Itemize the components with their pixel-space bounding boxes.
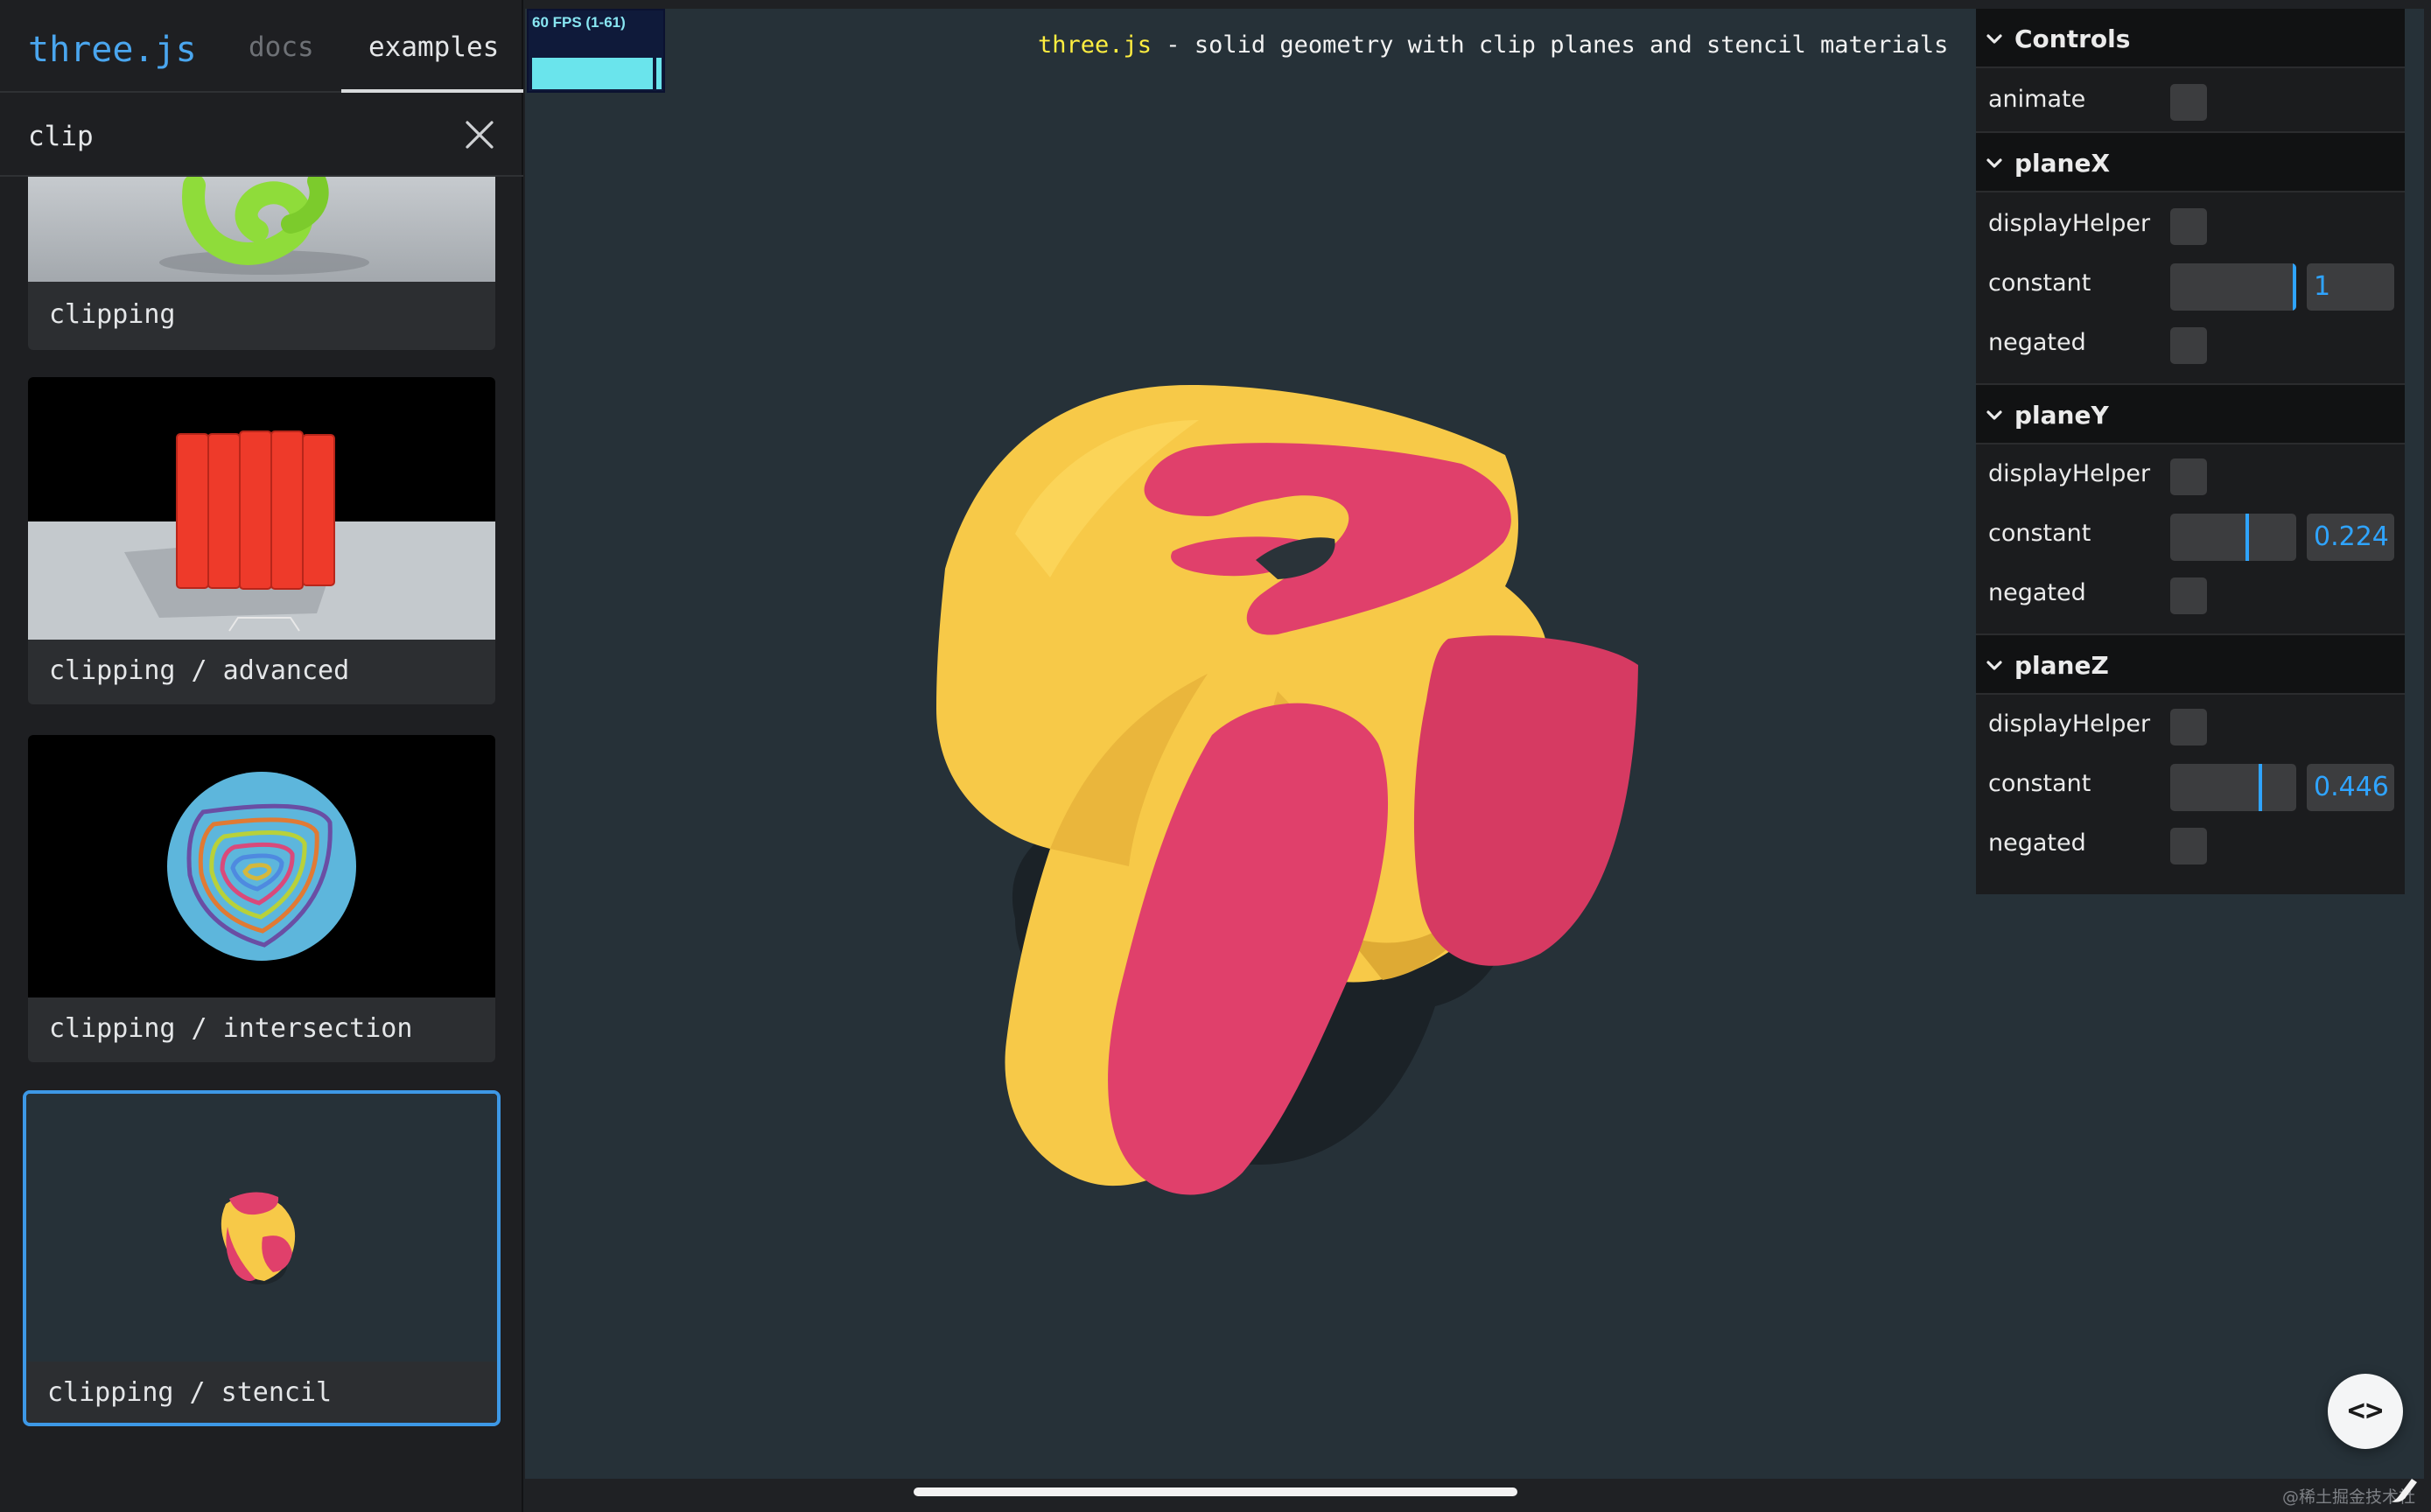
planez-helper-row: displayHelper bbox=[1976, 695, 2405, 754]
example-thumbnail bbox=[28, 177, 495, 282]
chevron-down-icon bbox=[1986, 158, 2002, 168]
example-card-clipping-advanced[interactable]: clipping / advanced bbox=[28, 377, 495, 704]
tab-examples[interactable]: examples bbox=[368, 32, 499, 63]
planex-helper-row: displayHelper bbox=[1976, 194, 2405, 254]
folder-title: planeY bbox=[2014, 401, 2109, 430]
planez-constant-row: constant 0.446 bbox=[1976, 754, 2405, 814]
planex-negated-row: negated bbox=[1976, 313, 2405, 373]
constant-label: constant bbox=[1988, 770, 2091, 797]
example-thumbnail bbox=[26, 1094, 497, 1362]
negated-checkbox[interactable] bbox=[2170, 828, 2207, 864]
controls-title: Controls bbox=[2014, 24, 2131, 53]
filter-input[interactable] bbox=[28, 117, 431, 156]
controls-panel: Controls animate planeX displayHelper co… bbox=[1976, 9, 2405, 894]
folder-title: planeX bbox=[2014, 149, 2111, 178]
folder-planex[interactable]: planeX bbox=[1976, 133, 2405, 192]
fps-graph bbox=[532, 58, 662, 89]
example-label: clipping / intersection bbox=[49, 1013, 413, 1044]
constant-label: constant bbox=[1988, 520, 2091, 547]
display-helper-checkbox[interactable] bbox=[2170, 709, 2207, 746]
controls-header[interactable]: Controls bbox=[1976, 9, 2405, 68]
constant-slider[interactable] bbox=[2170, 764, 2296, 811]
example-thumbnail bbox=[28, 377, 495, 640]
folder-title: planeZ bbox=[2014, 651, 2109, 680]
example-card-clipping-stencil[interactable]: clipping / stencil bbox=[23, 1090, 501, 1426]
code-icon: <> bbox=[2347, 1393, 2384, 1428]
constant-slider[interactable] bbox=[2170, 514, 2296, 561]
sidebar: three.js docs examples clipping bbox=[0, 0, 523, 1512]
negated-label: negated bbox=[1988, 579, 2086, 606]
chevron-down-icon bbox=[1986, 34, 2002, 44]
slider-knob[interactable] bbox=[2293, 263, 2296, 311]
close-icon[interactable] bbox=[462, 117, 497, 152]
constant-slider[interactable] bbox=[2170, 263, 2296, 311]
example-thumbnail bbox=[28, 735, 495, 998]
animate-checkbox[interactable] bbox=[2170, 84, 2207, 121]
fps-label: 60 FPS (1-61) bbox=[532, 14, 626, 31]
planez-negated-row: negated bbox=[1976, 814, 2405, 873]
planey-helper-row: displayHelper bbox=[1976, 444, 2405, 504]
negated-checkbox[interactable] bbox=[2170, 578, 2207, 614]
examples-list[interactable]: clipping clipping / advanced clipping / … bbox=[0, 177, 523, 1512]
animate-row: animate bbox=[1976, 70, 2405, 130]
folder-planey[interactable]: planeY bbox=[1976, 385, 2405, 444]
display-helper-label: displayHelper bbox=[1988, 210, 2151, 237]
example-label: clipping / advanced bbox=[49, 655, 350, 686]
constant-input[interactable]: 1 bbox=[2307, 263, 2394, 311]
folder-planez[interactable]: planeZ bbox=[1976, 635, 2405, 695]
display-helper-label: displayHelper bbox=[1988, 460, 2151, 487]
negated-checkbox[interactable] bbox=[2170, 327, 2207, 364]
slider-knob[interactable] bbox=[2259, 764, 2262, 811]
constant-input[interactable]: 0.224 bbox=[2307, 514, 2394, 561]
display-helper-checkbox[interactable] bbox=[2170, 458, 2207, 495]
example-label: clipping bbox=[49, 299, 176, 330]
display-helper-checkbox[interactable] bbox=[2170, 208, 2207, 245]
constant-input[interactable]: 0.446 bbox=[2307, 764, 2394, 811]
animate-label: animate bbox=[1988, 86, 2086, 113]
fps-stats-panel[interactable]: 60 FPS (1-61) bbox=[527, 9, 665, 93]
info-caption: three.js - solid geometry with clip plan… bbox=[1038, 32, 1948, 59]
tab-docs[interactable]: docs bbox=[249, 32, 314, 63]
home-indicator[interactable] bbox=[914, 1488, 1517, 1496]
negated-label: negated bbox=[1988, 329, 2086, 356]
constant-label: constant bbox=[1988, 270, 2091, 297]
chevron-down-icon bbox=[1986, 410, 2002, 420]
planey-negated-row: negated bbox=[1976, 564, 2405, 623]
threejs-link[interactable]: three.js bbox=[1038, 32, 1152, 59]
info-text: - solid geometry with clip planes and st… bbox=[1152, 32, 1949, 59]
planey-constant-row: constant 0.224 bbox=[1976, 504, 2405, 564]
example-card-clipping[interactable]: clipping bbox=[28, 177, 495, 350]
example-card-clipping-intersection[interactable]: clipping / intersection bbox=[28, 735, 495, 1062]
sidebar-header: three.js docs examples bbox=[0, 0, 523, 93]
brand-link[interactable]: three.js bbox=[28, 30, 197, 70]
filter-bar bbox=[0, 93, 523, 177]
view-source-button[interactable]: <> bbox=[2328, 1374, 2403, 1449]
display-helper-label: displayHelper bbox=[1988, 710, 2151, 738]
negated-label: negated bbox=[1988, 830, 2086, 857]
example-label: clipping / stencil bbox=[47, 1377, 333, 1408]
slider-knob[interactable] bbox=[2245, 514, 2249, 561]
fps-graph-marker bbox=[653, 56, 656, 91]
planex-constant-row: constant 1 bbox=[1976, 254, 2405, 313]
pen-icon bbox=[2391, 1479, 2417, 1502]
chevron-down-icon bbox=[1986, 661, 2002, 670]
